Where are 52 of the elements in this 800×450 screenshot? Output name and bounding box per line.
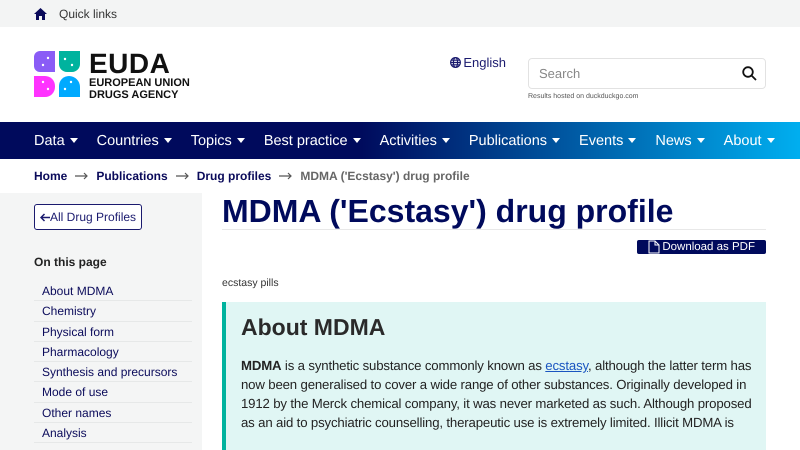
search-field[interactable]: Search — [528, 58, 766, 89]
ecstasy-link[interactable]: ecstasy — [545, 358, 588, 373]
logo-subtitle: DRUGS AGENCY — [89, 89, 180, 101]
sidebar-link[interactable]: Other names — [34, 402, 192, 424]
arrow-icon — [75, 172, 88, 180]
breadcrumb-link[interactable]: Drug profiles — [196, 169, 272, 183]
logo-icon — [34, 51, 80, 97]
caret-icon — [696, 138, 705, 143]
section-heading: About MDMA — [241, 313, 386, 341]
sidebar-link[interactable]: Physical form — [34, 322, 192, 342]
nav-menu-item[interactable]: Topics — [190, 132, 245, 148]
logo-name[interactable]: EUDA — [89, 51, 190, 77]
page-title: MDMA ('Ecstasy') drug profile — [222, 193, 766, 230]
caret-icon — [164, 138, 172, 143]
nav-menu-item[interactable]: Best practice — [264, 132, 361, 148]
search-icon[interactable] — [742, 66, 757, 81]
nav-menu-item[interactable]: Countries — [96, 132, 172, 148]
arrow-icon — [279, 172, 292, 180]
caret-icon — [628, 138, 636, 143]
caret-icon — [442, 138, 450, 143]
logo-subtitle: EUROPEAN UNION — [89, 77, 190, 89]
home-icon[interactable] — [34, 8, 47, 20]
sidebar-link[interactable]: Pharmacology — [34, 342, 192, 362]
globe-icon — [450, 56, 462, 68]
breadcrumb-link[interactable]: Publications — [96, 169, 168, 183]
breadcrumb-link[interactable]: Home — [34, 169, 68, 183]
caret-icon — [552, 138, 560, 143]
language-link[interactable]: English — [450, 54, 506, 70]
sidebar-heading: On this page — [34, 255, 108, 269]
image-caption: ecstasy pills — [222, 277, 280, 289]
caret-icon — [70, 138, 78, 143]
nav-menu-item[interactable]: Publications — [468, 132, 560, 148]
arrow-icon — [176, 172, 189, 180]
breadcrumb-current: MDMA ('Ecstasy') drug profile — [300, 169, 470, 183]
nav-menu-item[interactable]: Data — [34, 132, 78, 148]
section-paragraph: MDMA is a synthetic substance commonly known as ecstasy, although the latter term has now been generalised to cover a wide range of other substances. Originally developed in 1912 by the Merck chemical company, it was never marketed as such. Although proposed as an aid to psychiatric counselling, therapeutic use is extremely limited. Illicit MDMA is — [241, 357, 753, 432]
download-button[interactable]: Download as PDF — [637, 240, 766, 254]
pdf-file-icon — [648, 240, 660, 254]
left-arrow-icon — [40, 212, 50, 222]
sidebar-link[interactable]: Chemistry — [34, 301, 192, 322]
nav-menu-item[interactable]: News — [655, 132, 705, 148]
back-button[interactable]: All Drug Profiles — [34, 204, 142, 230]
caret-icon — [236, 138, 245, 143]
caret-icon — [766, 138, 775, 143]
nav-menu-item[interactable]: Events — [579, 132, 636, 148]
quick-links[interactable]: Quick links — [59, 6, 118, 20]
sidebar-link[interactable]: Synthesis and precursors — [34, 362, 192, 382]
caret-icon — [352, 138, 361, 143]
nav-menu-item[interactable]: Activities — [380, 132, 450, 148]
sidebar-link[interactable]: Analysis — [34, 423, 192, 444]
sidebar-link[interactable]: About MDMA — [34, 281, 192, 302]
sidebar-link[interactable]: Mode of use — [34, 382, 192, 403]
